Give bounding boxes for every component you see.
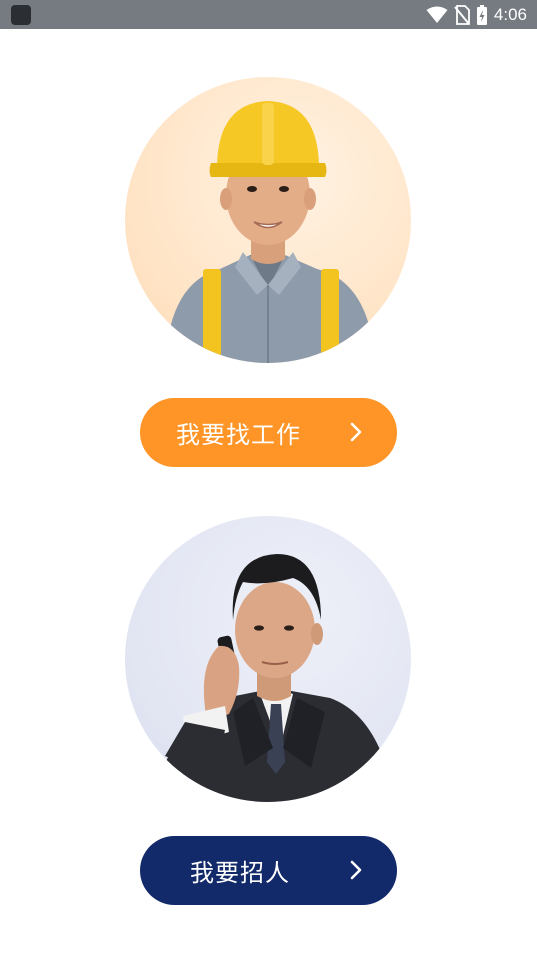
status-icons: 4:06 [426,0,527,29]
worker-portrait-image [125,77,411,363]
find-job-label: 我要找工作 [176,421,301,449]
clock: 4:06 [493,4,527,24]
no-sim-icon [454,4,470,25]
chevron-right-icon [350,860,362,880]
app-icon [11,5,31,25]
find-job-button[interactable]: 我要找工作 [140,398,397,467]
chevron-right-icon [350,422,362,442]
status-bar: 4:06 [0,0,537,29]
wifi-icon [426,6,448,23]
hire-people-label: 我要招人 [190,859,290,887]
hire-people-button[interactable]: 我要招人 [140,836,397,905]
businessman-portrait-image [125,516,411,802]
battery-icon [476,4,487,25]
